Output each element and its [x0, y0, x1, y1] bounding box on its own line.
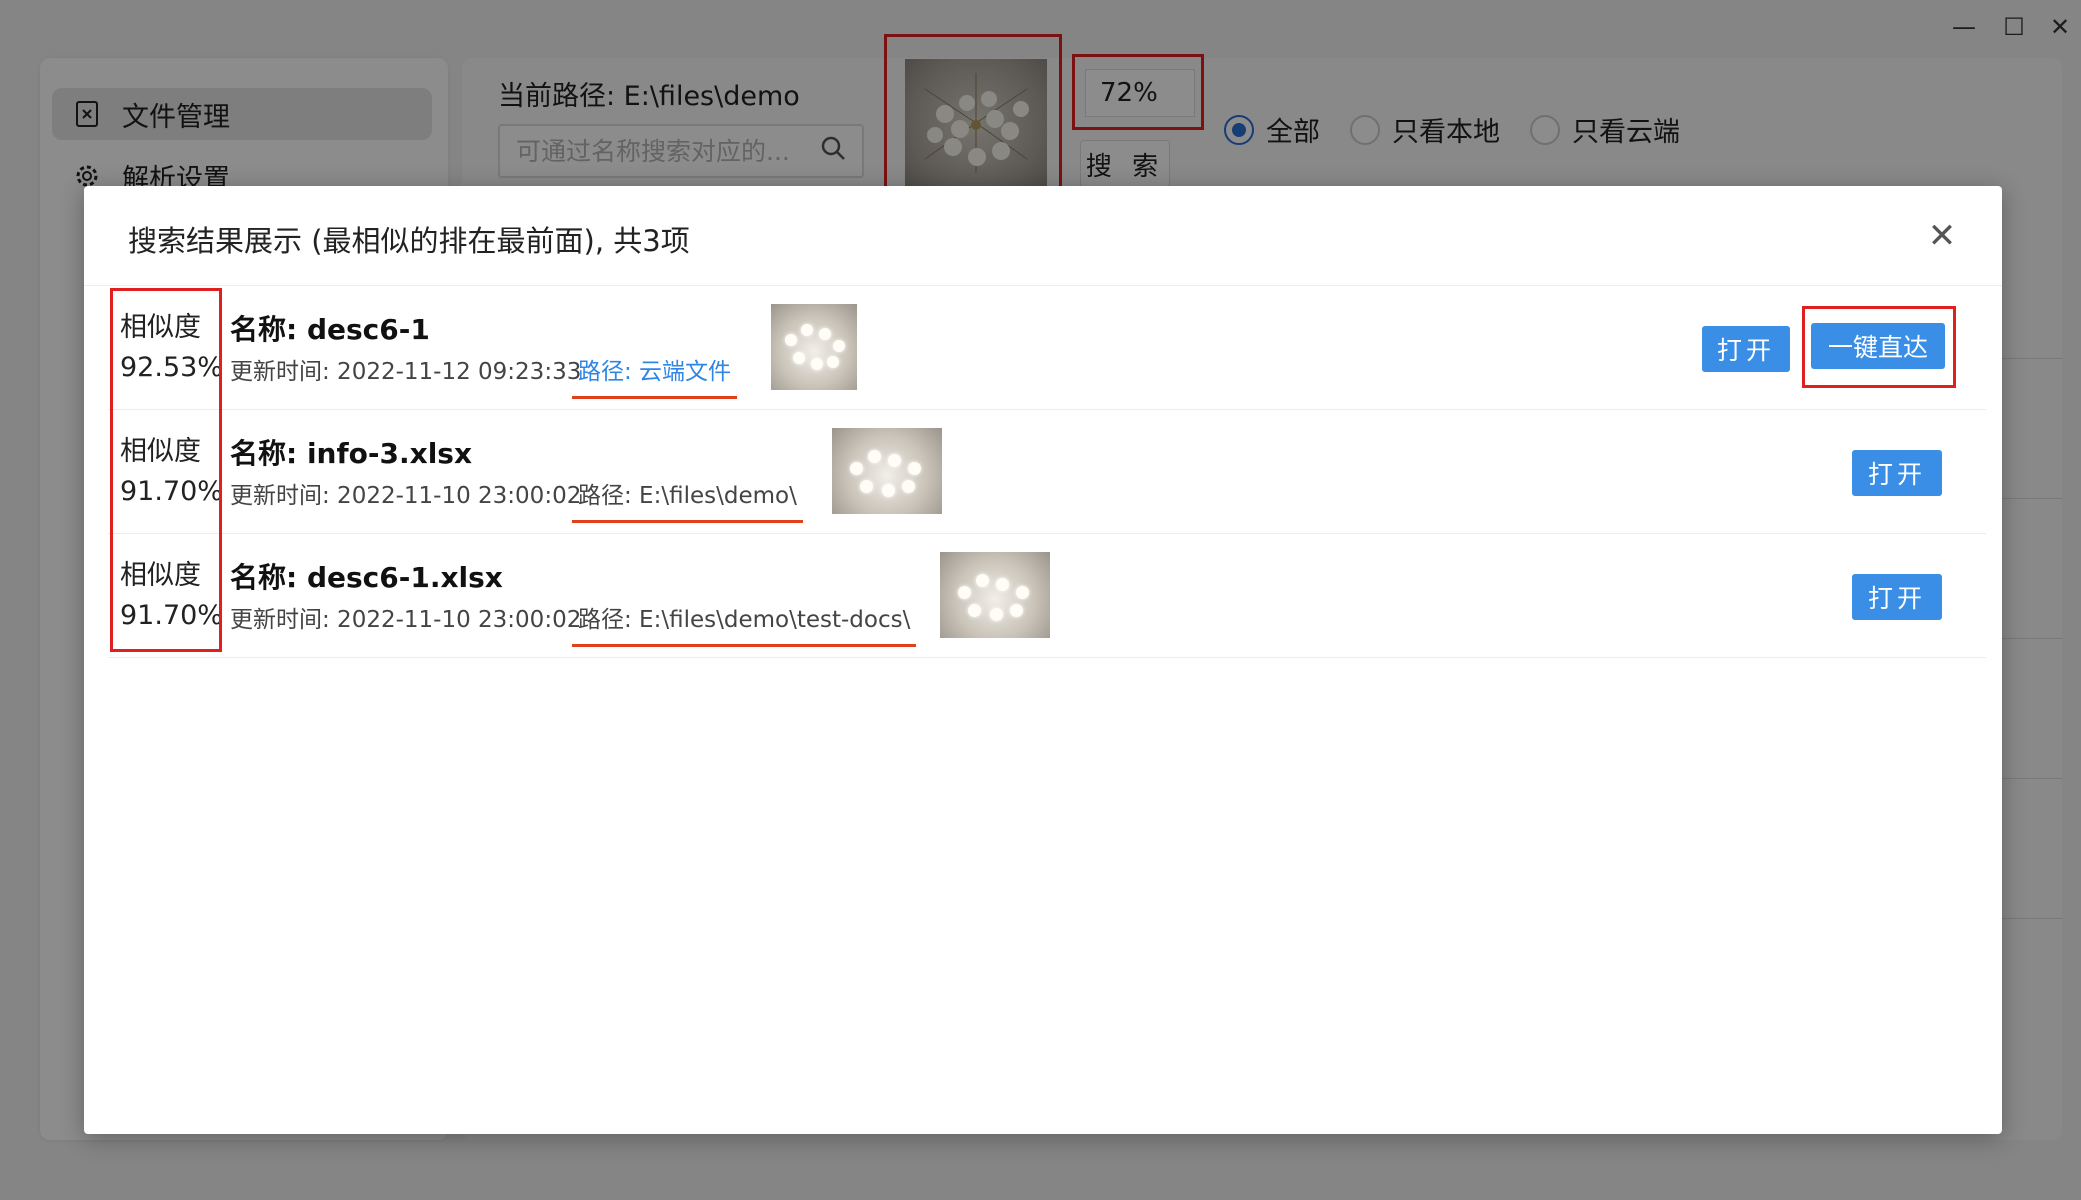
file-name: 名称: info-3.xlsx — [230, 437, 473, 470]
close-icon[interactable]: ✕ — [1922, 216, 1962, 256]
update-time: 更新时间: 2022-11-10 23:00:02 — [230, 483, 582, 509]
update-time: 更新时间: 2022-11-12 09:23:33 — [230, 359, 582, 385]
open-button[interactable]: 打开 — [1702, 326, 1790, 372]
open-button[interactable]: 打开 — [1852, 574, 1942, 620]
file-name: 名称: desc6-1 — [230, 313, 430, 346]
go-direct-button[interactable]: 一键直达 — [1811, 323, 1945, 369]
result-thumbnail[interactable] — [940, 552, 1050, 638]
file-path-link[interactable]: 路径: E:\files\demo\ — [572, 476, 803, 523]
update-time: 更新时间: 2022-11-10 23:00:02 — [230, 607, 582, 633]
result-row: 相似度 92.53% 名称: desc6-1 更新时间: 2022-11-12 … — [108, 286, 1986, 410]
file-path-link[interactable]: 路径: E:\files\demo\test-docs\ — [572, 600, 917, 647]
direct-button-highlight: 一键直达 — [1802, 306, 1956, 388]
result-thumbnail[interactable] — [832, 428, 942, 514]
file-name: 名称: desc6-1.xlsx — [230, 561, 503, 594]
similarity-column-highlight — [110, 288, 222, 652]
result-row: 相似度 91.70% 名称: desc6-1.xlsx 更新时间: 2022-1… — [108, 534, 1986, 658]
result-row: 相似度 91.70% 名称: info-3.xlsx 更新时间: 2022-11… — [108, 410, 1986, 534]
results-list: 相似度 92.53% 名称: desc6-1 更新时间: 2022-11-12 … — [108, 286, 1986, 658]
result-thumbnail[interactable] — [771, 304, 857, 390]
search-results-dialog: 搜索结果展示 (最相似的排在最前面), 共3项 ✕ 相似度 92.53% 名称:… — [84, 186, 2002, 1134]
dialog-header: 搜索结果展示 (最相似的排在最前面), 共3项 ✕ — [84, 186, 2002, 286]
file-path-link[interactable]: 路径: 云端文件 — [572, 352, 738, 399]
open-button[interactable]: 打开 — [1852, 450, 1942, 496]
dialog-title: 搜索结果展示 (最相似的排在最前面), 共3项 — [128, 224, 690, 258]
